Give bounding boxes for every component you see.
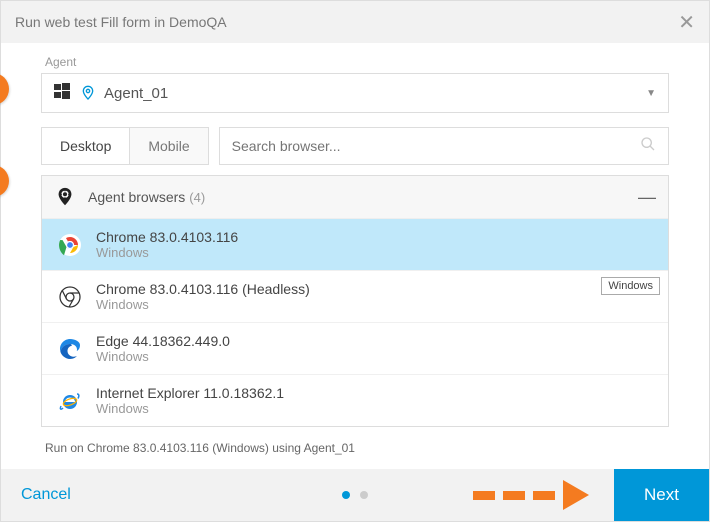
tab-desktop[interactable]: Desktop [42, 128, 130, 164]
browser-name: Edge 44.18362.449.0 [96, 333, 230, 349]
browser-os: Windows [96, 245, 238, 260]
step-dot-2 [360, 491, 368, 499]
ie-icon [58, 389, 82, 413]
chrome-icon [58, 233, 82, 257]
cancel-button[interactable]: Cancel [21, 486, 71, 504]
browser-os: Windows [96, 349, 230, 364]
next-button[interactable]: Next [614, 469, 709, 521]
windows-icon [54, 83, 70, 104]
browser-list: Agent browsers (4) — Chrome 83.0.4103.11… [41, 175, 669, 427]
group-header[interactable]: Agent browsers (4) — [42, 176, 668, 219]
dialog-titlebar: Run web test Fill form in DemoQA ✕ [1, 1, 709, 43]
location-pin-icon [80, 85, 96, 101]
group-label: Agent browsers [88, 189, 185, 205]
step-indicator [342, 491, 368, 499]
group-count: (4) [189, 190, 205, 205]
tooltip-windows: Windows [601, 277, 660, 295]
browser-os: Windows [96, 297, 310, 312]
chrome-outline-icon [58, 285, 82, 309]
chevron-down-icon: ▼ [646, 88, 656, 99]
browser-row-chrome-headless[interactable]: Chrome 83.0.4103.116 (Headless) Windows … [42, 271, 668, 323]
browser-row-chrome[interactable]: Chrome 83.0.4103.116 Windows [42, 219, 668, 271]
search-icon [640, 136, 656, 157]
agent-dropdown[interactable]: Agent_01 ▼ [41, 73, 669, 113]
agent-selected-value: Agent_01 [104, 85, 168, 102]
search-input[interactable] [232, 138, 640, 154]
search-container [219, 127, 669, 165]
tab-mobile[interactable]: Mobile [130, 128, 207, 164]
dialog-title: Run web test Fill form in DemoQA [15, 14, 227, 30]
callout-1: 1 [0, 73, 9, 105]
agent-label: Agent [45, 55, 669, 69]
browser-row-edge[interactable]: Edge 44.18362.449.0 Windows [42, 323, 668, 375]
dialog-footer: Cancel Next [1, 469, 709, 521]
platform-tabs: Desktop Mobile [41, 127, 209, 165]
collapse-icon[interactable]: — [638, 187, 656, 208]
step-dot-1 [342, 491, 350, 499]
browser-name: Internet Explorer 11.0.18362.1 [96, 385, 284, 401]
browser-row-ie[interactable]: Internet Explorer 11.0.18362.1 Windows [42, 375, 668, 426]
arrow-annotation [473, 480, 589, 510]
browser-name: Chrome 83.0.4103.116 (Headless) [96, 281, 310, 297]
gear-pin-icon [54, 186, 76, 208]
browser-os: Windows [96, 401, 284, 416]
callout-2: 2 [0, 165, 9, 197]
status-line: Run on Chrome 83.0.4103.116 (Windows) us… [45, 441, 669, 455]
close-icon[interactable]: ✕ [678, 10, 695, 35]
edge-icon [58, 337, 82, 361]
browser-name: Chrome 83.0.4103.116 [96, 229, 238, 245]
